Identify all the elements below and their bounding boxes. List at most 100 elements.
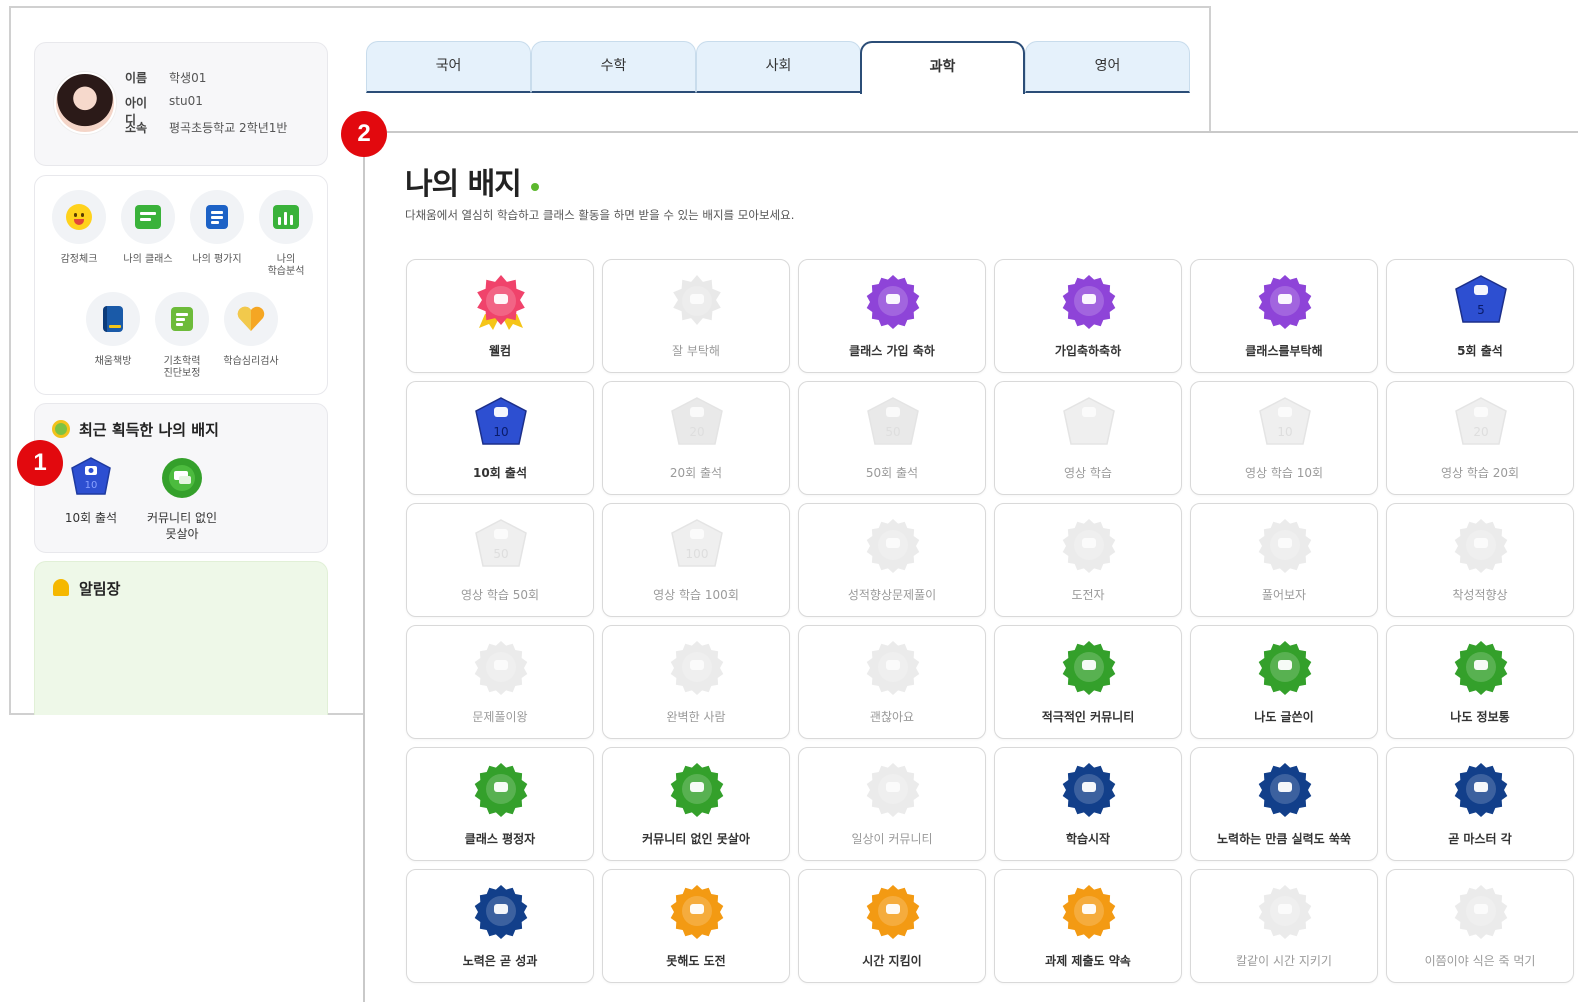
badge-icon [474,641,528,695]
badge-name: 클래스를부탁해 [1245,344,1323,358]
badge-icon [866,763,920,817]
badge-name: 20회 출석 [669,466,723,480]
org-label: 소속 [125,121,148,135]
badge-card[interactable]: 클래스를부탁해 [1190,259,1378,373]
badge-card[interactable]: 시간 지킴이 [798,869,986,983]
badge-card[interactable]: 5 5회 출석 [1386,259,1574,373]
badge-icon [670,641,724,695]
badge-name: 노력하는 만큼 실력도 쑥쑥 [1217,832,1351,846]
badge-name: 영상 학습 50회 [460,588,540,602]
badge-icon [1258,641,1312,695]
badge-card[interactable]: 이쯤이야 식은 죽 먹기 [1386,869,1574,983]
menu-label: 나의 학습분석 [267,254,305,277]
badge-card[interactable]: 커뮤니티 없인 못살아 [602,747,790,861]
badge-card[interactable]: 문제풀이왕 [406,625,594,739]
badge-card[interactable]: 풀어보자 [1190,503,1378,617]
badge-card[interactable]: 칼같이 시간 지키기 [1190,869,1378,983]
badge-icon: 5 [1455,275,1507,323]
tab-english[interactable]: 영어 [1025,41,1190,93]
heart-icon [237,306,265,331]
badge-card[interactable]: 20 20회 출석 [602,381,790,495]
tab-social[interactable]: 사회 [696,41,861,93]
badge-name: 나도 글쓴이 [1254,710,1314,724]
badge-card[interactable]: 곧 마스터 각 [1386,747,1574,861]
menu-psych-test[interactable]: 학습심리검사 [216,292,286,368]
tab-math[interactable]: 수학 [531,41,696,93]
badge-card[interactable]: 나도 글쓴이 [1190,625,1378,739]
badge-card[interactable]: 착성적향상 [1386,503,1574,617]
badge-icon [1258,885,1312,939]
badge-card[interactable]: 괜찮아요 [798,625,986,739]
badge-icon [474,885,528,939]
page-title: 나의 배지 [405,167,522,202]
badge-name: 괜찮아요 [869,710,915,724]
menu-learning-analysis[interactable]: 나의 학습분석 [251,190,321,278]
menu-emotion-check[interactable]: 감정체크 [44,190,114,266]
badge-card[interactable]: 노력은 곧 성과 [406,869,594,983]
tab-korean[interactable]: 국어 [366,41,531,93]
badge-name: 도전자 [1071,588,1105,602]
badge-card[interactable]: 10 영상 학습 10회 [1190,381,1378,495]
badge-icon: 10 [475,397,527,445]
badge-icon [1258,275,1312,329]
badge-card[interactable]: 도전자 [994,503,1182,617]
menu-label: 채움책방 [94,356,132,367]
subject-tabs: 국어 수학 사회 과학 영어 [366,41,1190,94]
badge-card[interactable]: 영상 학습 [994,381,1182,495]
badge-card[interactable]: 클래스 가입 축하 [798,259,986,373]
badge-card[interactable]: 50 50회 출석 [798,381,986,495]
recent-badge-item[interactable]: 커뮤니티 없인 못살아 [137,456,227,542]
badge-icon: 20 [1455,397,1507,445]
badge-icon: 50 [867,397,919,445]
badge-number: 10 [493,425,508,439]
badge-icon [1062,519,1116,573]
badge-name: 나도 정보통 [1450,710,1510,724]
document-icon [206,205,228,229]
badge-icon [1454,885,1508,939]
menu-label: 나의 평가지 [192,254,242,265]
badge-card[interactable]: 못해도 도전 [602,869,790,983]
badge-card[interactable]: 가입축하축하 [994,259,1182,373]
badge-card[interactable]: 적극적인 커뮤니티 [994,625,1182,739]
community-icon [162,458,202,498]
badge-card[interactable]: 20 영상 학습 20회 [1386,381,1574,495]
badge-icon [1454,763,1508,817]
badge-number: 50 [885,425,900,439]
tab-science[interactable]: 과학 [860,41,1025,94]
menu-label: 나의 클래스 [123,254,173,265]
badge-icon: 100 [671,519,723,567]
badge-card[interactable]: 10 10회 출석 [406,381,594,495]
menu-basic-diagnosis[interactable]: 기초학력 진단보정 [147,292,217,380]
badge-icon [866,641,920,695]
badge-card[interactable]: 100 영상 학습 100회 [602,503,790,617]
menu-my-assessment[interactable]: 나의 평가지 [182,190,252,266]
badge-card[interactable]: 노력하는 만큼 실력도 쑥쑥 [1190,747,1378,861]
annotation-marker-1: 1 [17,440,63,486]
badge-card[interactable]: 나도 정보통 [1386,625,1574,739]
badge-card[interactable]: 웰컴 [406,259,594,373]
badge-card[interactable]: 클래스 평정자 [406,747,594,861]
checklist-icon [171,307,193,331]
name-label: 이름 [125,71,148,85]
badge-name: 완벽한 사람 [666,710,726,724]
badge-card[interactable]: 과제 제출도 약속 [994,869,1182,983]
menu-my-class[interactable]: 나의 클래스 [113,190,183,266]
book-icon [103,306,123,332]
badge-card[interactable]: 성적향상문제풀이 [798,503,986,617]
badge-icon [1258,519,1312,573]
title-dot [531,183,539,191]
badge-card[interactable]: 잘 부탁해 [602,259,790,373]
badge-card[interactable]: 학습시작 [994,747,1182,861]
badge-name: 곧 마스터 각 [1448,832,1512,846]
badge-card[interactable]: 50 영상 학습 50회 [406,503,594,617]
badge-name: 클래스 가입 축하 [849,344,935,358]
badge-card[interactable]: 완벽한 사람 [602,625,790,739]
page-description: 다채움에서 열심히 학습하고 클래스 활동을 하면 받을 수 있는 배지를 모아… [405,208,795,222]
badge-card[interactable]: 일상이 커뮤니티 [798,747,986,861]
badge-name: 가입축하축하 [1054,344,1122,358]
bell-icon [53,579,69,596]
menu-bookstore[interactable]: 채움책방 [78,292,148,368]
badge-icon [1063,397,1115,445]
attendance-10-icon: 10 [71,457,111,495]
recent-badge-label: 10회 출석 [64,511,118,525]
